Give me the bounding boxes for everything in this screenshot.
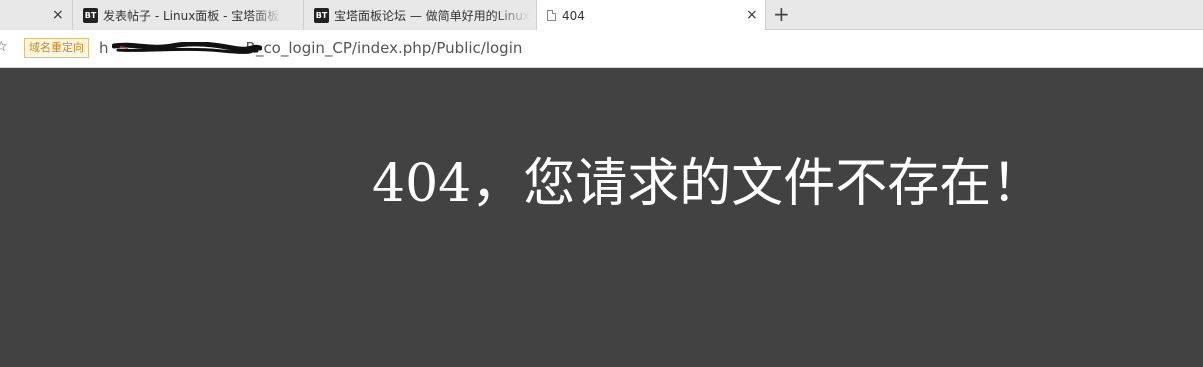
tab-post-thread[interactable]: BT 发表帖子 - Linux面板 - 宝塔面板 xyxy=(72,0,303,30)
tab-forum[interactable]: BT 宝塔面板论坛 — 做简单好用的Linux面板 xyxy=(303,0,536,30)
tab-title: 404 xyxy=(562,8,585,23)
url-path: R_co_login_CP/index.php/Public/login xyxy=(245,39,523,57)
redirect-badge[interactable]: 域名重定向 xyxy=(24,38,89,58)
url-field[interactable]: h R_co_login_CP/index.php/Public/login xyxy=(99,39,522,57)
address-bar[interactable]: ☆ 域名重定向 h R_co_login_CP/index.php/Public/… xyxy=(0,30,1203,68)
tab-strip: × BT 发表帖子 - Linux面板 - 宝塔面板 BT 宝塔面板论坛 — 做… xyxy=(0,0,1203,31)
close-icon[interactable]: × xyxy=(52,8,64,22)
bt-logo-icon: BT xyxy=(83,7,98,23)
bookmark-star-icon[interactable]: ☆ xyxy=(0,39,8,55)
error-404-message: 404，您请求的文件不存在！ xyxy=(372,154,1044,214)
tab-partial[interactable]: × xyxy=(0,0,72,30)
page-icon xyxy=(547,10,556,21)
tab-title: 发表帖子 - Linux面板 - 宝塔面板 xyxy=(103,8,280,23)
page-content: 404，您请求的文件不存在！ xyxy=(0,68,1203,367)
tab-404-active[interactable]: 404 × xyxy=(536,0,766,31)
new-tab-button[interactable]: + xyxy=(773,4,790,24)
url-prefix: h xyxy=(99,39,109,57)
close-icon[interactable]: × xyxy=(746,8,758,22)
bt-logo-icon: BT xyxy=(314,7,329,23)
tab-title: 宝塔面板论坛 — 做简单好用的Linux面板 xyxy=(334,8,530,23)
browser-window: × BT 发表帖子 - Linux面板 - 宝塔面板 BT 宝塔面板论坛 — 做… xyxy=(0,0,1203,367)
